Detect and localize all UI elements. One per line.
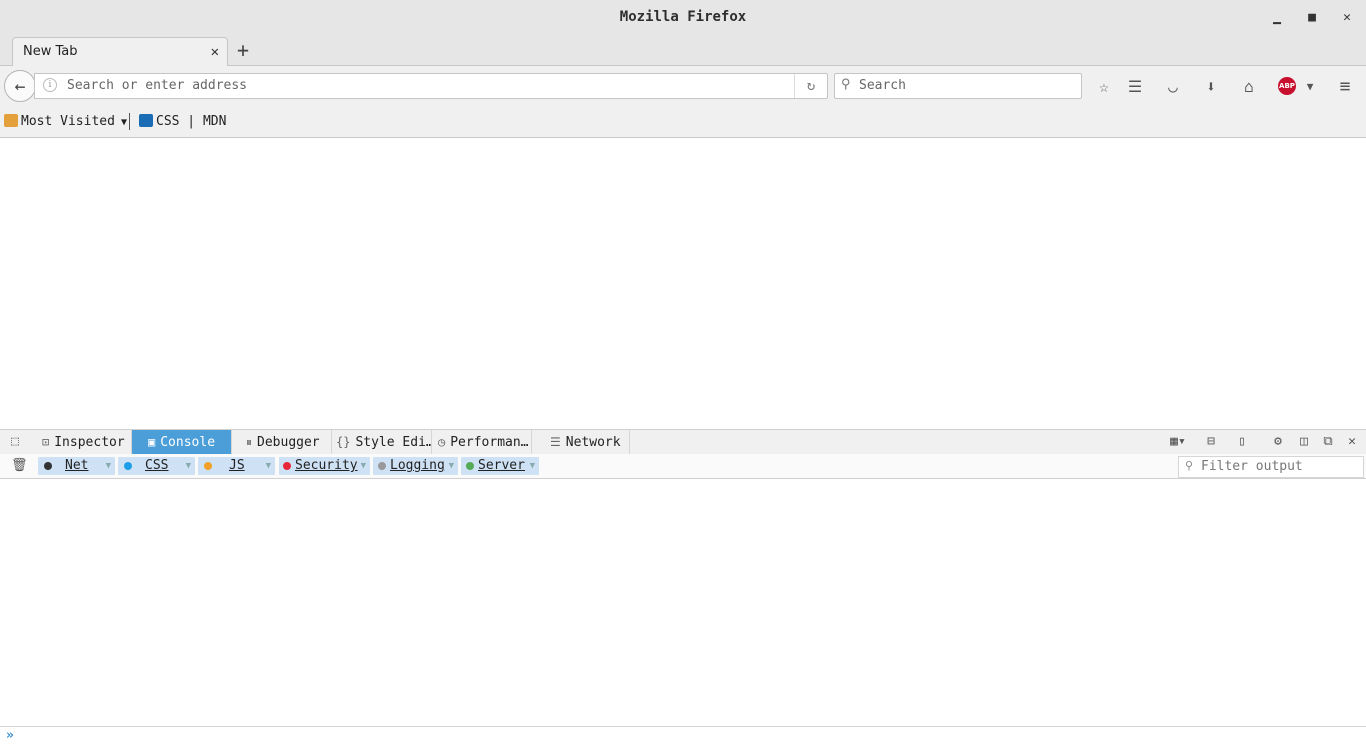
logging-dot-icon: [378, 462, 386, 470]
console-icon: ▣: [148, 435, 156, 449]
home-icon[interactable]: ⌂: [1238, 76, 1260, 96]
tab-inspector[interactable]: ⊡ Inspector: [34, 430, 132, 454]
bookmark-star-icon[interactable]: ☆: [1093, 76, 1115, 96]
bookmark-separator: [129, 113, 130, 130]
maximize-icon[interactable]: ■: [1303, 8, 1321, 26]
filter-security[interactable]: Security ▼: [279, 457, 370, 475]
search-placeholder: Search: [859, 78, 906, 93]
filter-js[interactable]: JS ▼: [198, 457, 275, 475]
mdn-favicon-icon: [139, 114, 153, 127]
bookmark-css-mdn[interactable]: CSS | MDN: [156, 114, 226, 129]
debugger-icon: ⏸: [246, 435, 253, 449]
tab-network[interactable]: ☰ Network: [532, 430, 630, 454]
chevron-down-icon: ▼: [265, 461, 271, 471]
settings-gear-icon[interactable]: ⚙: [1269, 433, 1287, 451]
back-arrow-icon: ←: [14, 75, 26, 97]
net-dot-icon: [44, 462, 52, 470]
tab-label: Console: [160, 435, 216, 450]
console-prompt-icon: »: [6, 728, 14, 743]
adblock-plus-icon[interactable]: ABP: [1278, 77, 1296, 95]
chevron-down-icon: ▼: [185, 461, 191, 471]
network-icon: ☰: [550, 435, 561, 449]
filter-css[interactable]: CSS ▼: [118, 457, 195, 475]
responsive-design-icon[interactable]: ▯: [1233, 433, 1251, 451]
console-input-line[interactable]: [0, 726, 1366, 744]
chevron-down-icon: ▼: [114, 117, 127, 128]
filter-server[interactable]: Server ▼: [461, 457, 539, 475]
element-picker-icon[interactable]: ⬚: [6, 433, 24, 451]
clear-console-trash-icon[interactable]: 🗑: [11, 458, 28, 474]
console-output: [0, 479, 1366, 726]
filter-output-input[interactable]: ⚲ Filter output: [1178, 456, 1364, 478]
hamburger-menu-icon[interactable]: ≡: [1334, 76, 1356, 97]
css-dot-icon: [124, 462, 132, 470]
page-content: [0, 138, 1366, 428]
frame-select-icon[interactable]: ▦▾: [1164, 433, 1192, 451]
minimize-icon[interactable]: ▁: [1268, 8, 1286, 26]
search-icon: ⚲: [1185, 459, 1194, 472]
reading-list-icon[interactable]: ☰: [1124, 76, 1146, 96]
undock-window-icon[interactable]: ⧉: [1319, 433, 1337, 451]
tab-label: Inspector: [54, 435, 125, 450]
filter-label: JS: [229, 458, 245, 473]
filter-logging[interactable]: Logging ▼: [373, 457, 458, 475]
tab-performance[interactable]: ◷ Performan…: [432, 430, 532, 454]
folder-icon: [4, 114, 18, 127]
tab-label: Debugger: [257, 435, 320, 450]
filter-net[interactable]: Net ▼: [38, 457, 115, 475]
tab-label: Style Edi…: [355, 435, 432, 450]
reload-icon[interactable]: ↻: [794, 74, 827, 98]
dock-side-icon[interactable]: ◫: [1295, 433, 1313, 451]
inspector-icon: ⊡: [42, 435, 50, 449]
close-devtools-icon[interactable]: ✕: [1343, 433, 1361, 451]
tab-label: New Tab: [23, 44, 78, 59]
tab-debugger[interactable]: ⏸ Debugger: [232, 430, 332, 454]
bookmark-label: Most Visited: [21, 114, 115, 129]
info-icon[interactable]: i: [43, 78, 57, 92]
url-placeholder: Search or enter address: [67, 78, 248, 93]
js-dot-icon: [204, 462, 212, 470]
filter-label: CSS: [145, 458, 169, 473]
search-bar[interactable]: ⚲ Search: [834, 73, 1082, 99]
filter-label: Net: [65, 458, 89, 473]
tab-console[interactable]: ▣ Console: [132, 430, 232, 454]
split-console-icon[interactable]: ⊟: [1202, 433, 1220, 451]
performance-icon: ◷: [438, 435, 446, 449]
chevron-down-icon: ▼: [529, 461, 535, 471]
url-bar[interactable]: i Search or enter address ↻: [34, 73, 828, 99]
new-tab-button[interactable]: +: [233, 40, 253, 60]
filter-label: Security: [295, 458, 358, 473]
filter-label: Server: [478, 458, 525, 473]
filter-label: Logging: [390, 458, 445, 473]
tab-new-tab[interactable]: New Tab ✕: [12, 37, 228, 67]
window-title: Mozilla Firefox: [619, 9, 747, 25]
close-tab-icon[interactable]: ✕: [211, 44, 219, 60]
chevron-down-icon: ▼: [448, 461, 454, 471]
pocket-icon[interactable]: ◡: [1162, 76, 1184, 96]
bookmark-most-visited[interactable]: Most Visited ▼: [21, 114, 127, 129]
tab-label: Performan…: [450, 435, 529, 450]
chevron-down-icon: ▼: [105, 461, 111, 471]
chevron-down-icon[interactable]: ▼: [1299, 76, 1321, 96]
style-editor-icon: {}: [336, 435, 351, 449]
chevron-down-icon: ▼: [360, 461, 366, 471]
security-dot-icon: [283, 462, 291, 470]
download-icon[interactable]: ⬇: [1200, 76, 1222, 96]
tab-label: Network: [565, 435, 621, 450]
title-bar: Mozilla Firefox ▁ ■ ✕: [0, 0, 1366, 34]
tab-style-editor[interactable]: {} Style Edi…: [332, 430, 432, 454]
back-button[interactable]: ←: [4, 70, 36, 102]
filter-output-placeholder: Filter output: [1201, 459, 1303, 474]
close-window-icon[interactable]: ✕: [1338, 8, 1356, 26]
server-dot-icon: [466, 462, 474, 470]
search-icon: ⚲: [841, 77, 851, 92]
